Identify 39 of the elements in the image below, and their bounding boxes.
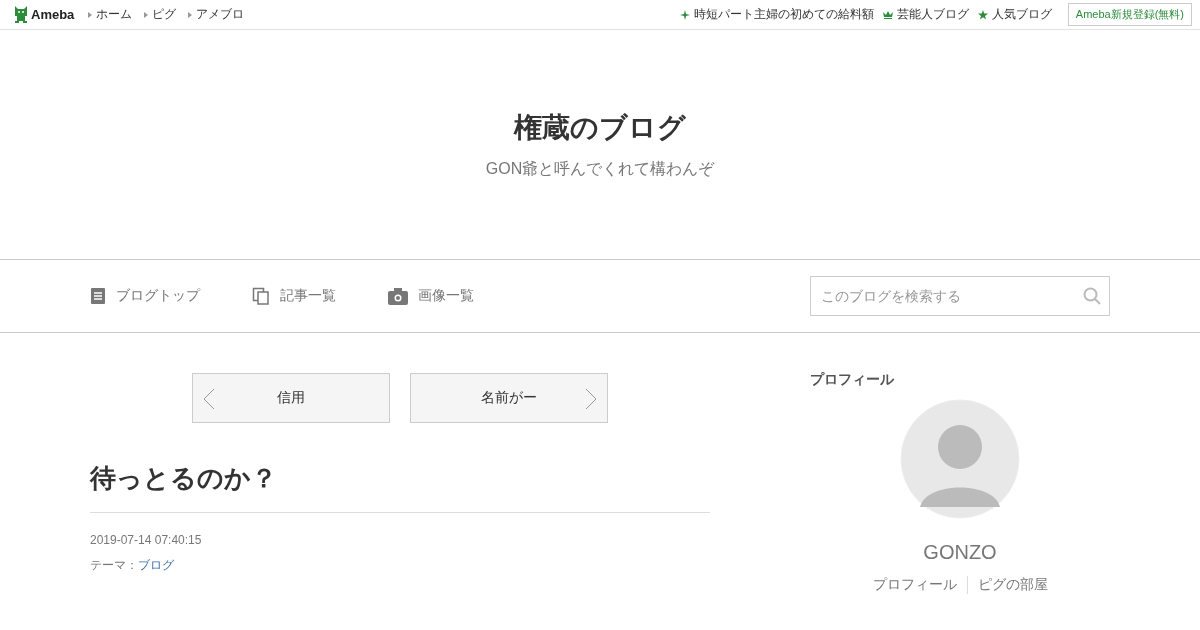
nav-link[interactable]: 画像一覧 [388,287,474,305]
top-nav-link[interactable]: ピグ [144,6,177,23]
register-button[interactable]: Ameba新規登録(無料) [1067,3,1192,26]
profile-link[interactable]: プロフィール [862,576,967,594]
triangle-icon [144,11,149,18]
previous-post-button[interactable]: 信用 [192,373,390,423]
copy-icon [252,287,270,305]
top-nav-link[interactable]: 人気ブログ [977,6,1052,23]
next-post-button[interactable]: 名前がー [410,373,608,423]
chevron-right-icon [585,388,597,410]
blog-subtitle: GON爺と呼んでくれて構わんぞ [485,159,715,179]
document-icon [90,287,106,305]
chevron-left-icon [203,388,215,410]
camera-icon [388,287,408,305]
top-nav-link[interactable]: アメブロ [188,6,245,23]
blog-title[interactable]: 権蔵のブログ [514,109,686,147]
top-nav-link[interactable]: 時短パート主婦の初めての給料額 [679,6,874,23]
theme-link[interactable]: ブログ [138,557,174,574]
profile-heading: プロフィール [810,371,894,389]
article-title[interactable]: 待っとるのか？ [90,461,710,513]
ameba-logo[interactable]: Ameba [14,6,75,23]
nav-link[interactable]: 記事一覧 [252,287,336,305]
triangle-icon [88,11,93,18]
logo-text: Ameba [31,7,75,22]
top-nav-link[interactable]: ホーム [88,6,133,23]
article-date: 2019-07-14 07:40:15 [90,533,203,547]
star-icon [977,9,988,20]
avatar[interactable] [900,399,1020,519]
theme-label: テーマ： [90,557,138,574]
search-field[interactable]: このブログを検索する [810,276,1110,316]
profile-link[interactable]: ピグの部屋 [966,576,1058,594]
triangle-icon [188,11,193,18]
mascot-icon [14,6,28,23]
search-icon[interactable] [1083,287,1101,305]
sparkle-icon [679,9,690,20]
crown-icon [882,10,893,19]
nav-link[interactable]: ブログトップ [90,287,200,305]
top-nav-link[interactable]: 芸能人ブログ [882,6,969,23]
profile-name[interactable]: GONZO [923,541,997,564]
